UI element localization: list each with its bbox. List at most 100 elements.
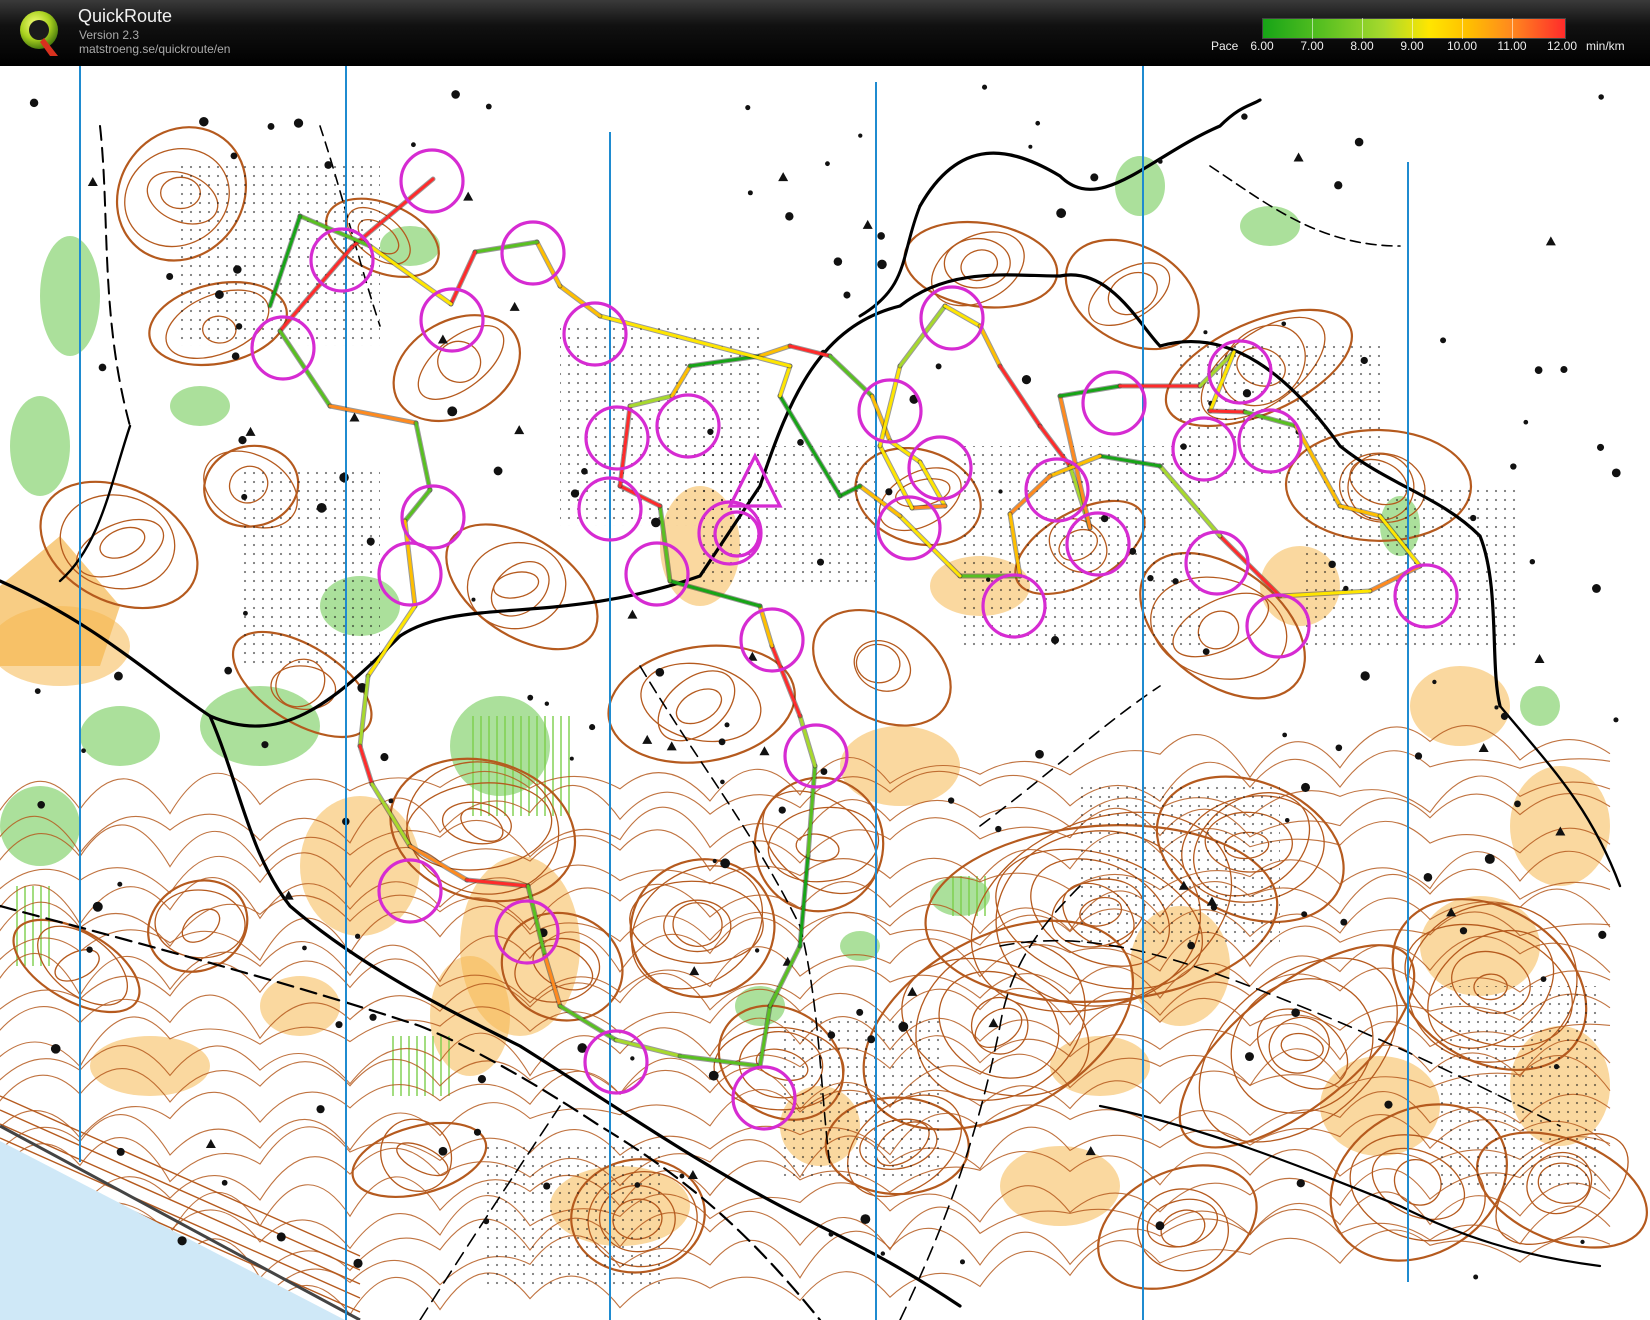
boulder xyxy=(860,1214,871,1225)
boulder xyxy=(1440,337,1447,344)
boulder xyxy=(199,116,209,127)
boulder xyxy=(1423,873,1433,882)
boulder xyxy=(833,257,843,266)
quickroute-logo-icon xyxy=(20,11,58,56)
boulder xyxy=(880,1251,886,1256)
boulder xyxy=(581,467,588,475)
boulder xyxy=(1540,976,1547,982)
boulder xyxy=(655,668,665,677)
boulder xyxy=(1360,671,1370,681)
boulder xyxy=(1028,144,1033,149)
map-canvas[interactable] xyxy=(0,66,1650,1320)
boulder xyxy=(366,537,375,546)
boulder xyxy=(843,291,851,299)
boulder xyxy=(1157,159,1163,164)
boulder xyxy=(1529,558,1536,565)
boulder xyxy=(754,948,760,953)
undergrowth-patch xyxy=(470,716,570,816)
stony-ground xyxy=(780,1016,940,1176)
boulder xyxy=(785,212,794,221)
boulder xyxy=(1611,468,1621,478)
stony-ground xyxy=(1080,786,1280,946)
boulder xyxy=(302,945,307,951)
boulder xyxy=(98,363,107,372)
vegetation-patch xyxy=(0,786,80,866)
vegetation-patch xyxy=(1520,686,1560,726)
stony-ground xyxy=(480,1146,660,1286)
boulder xyxy=(177,1236,187,1246)
boulder xyxy=(820,768,828,775)
boulder xyxy=(981,84,988,90)
vegetation-patch xyxy=(1240,206,1300,246)
boulder xyxy=(243,610,248,616)
boulder xyxy=(935,363,942,370)
boulder xyxy=(1328,560,1336,569)
boulder xyxy=(1242,389,1252,398)
route-segment xyxy=(910,504,947,510)
vegetation-patch xyxy=(80,706,160,766)
boulder xyxy=(1056,208,1067,219)
boulder xyxy=(1334,181,1343,190)
boulder xyxy=(411,142,416,148)
boulder xyxy=(471,597,476,602)
boulder xyxy=(858,133,863,138)
boulder xyxy=(34,688,41,695)
pace-unit: min/km xyxy=(1586,39,1625,53)
boulder xyxy=(1510,463,1517,470)
boulder xyxy=(707,428,714,435)
boulder xyxy=(1180,443,1187,450)
boulder xyxy=(1494,705,1499,710)
app-version: Version 2.3 xyxy=(79,28,140,42)
boulder xyxy=(92,901,103,912)
boulder xyxy=(1470,514,1477,522)
boulder xyxy=(231,352,240,361)
boulder xyxy=(230,152,238,160)
boulder xyxy=(388,798,394,804)
boulder xyxy=(1202,648,1210,656)
boulder xyxy=(1051,636,1060,645)
boulder xyxy=(117,881,123,887)
boulder xyxy=(1414,752,1423,760)
boulder xyxy=(745,104,751,111)
boulder xyxy=(995,825,1002,833)
boulder xyxy=(544,701,550,706)
boulder xyxy=(1360,356,1368,365)
boulder xyxy=(1301,911,1308,918)
boulder xyxy=(827,1031,836,1039)
boulder xyxy=(1613,717,1619,723)
boulder xyxy=(1500,712,1509,720)
vegetation-patch xyxy=(1115,156,1165,216)
vegetation-patch xyxy=(840,931,880,961)
route-segment xyxy=(1208,409,1247,414)
pace-value: 6.00 xyxy=(1250,39,1274,53)
boulder xyxy=(1187,941,1196,950)
boulder xyxy=(877,259,887,270)
boulder xyxy=(877,232,885,240)
boulder xyxy=(1596,443,1605,451)
boulder xyxy=(241,493,248,500)
boulder xyxy=(438,1146,448,1156)
pace-label: Pace xyxy=(1211,39,1239,53)
app-title: QuickRoute xyxy=(78,6,173,26)
pace-scale-tick xyxy=(1512,18,1513,39)
boulder xyxy=(316,502,327,513)
boulder xyxy=(369,1013,377,1021)
boulder xyxy=(116,1147,125,1156)
header-bar: QuickRoute Version 2.3 matstroeng.se/qui… xyxy=(0,0,1650,66)
boulder xyxy=(1291,1008,1300,1017)
boulder xyxy=(166,272,174,280)
pace-scale-tick xyxy=(1462,18,1463,39)
boulder xyxy=(724,722,730,728)
boulder xyxy=(1245,1052,1254,1062)
boulder xyxy=(1592,584,1601,593)
orienteering-map[interactable] xyxy=(0,66,1650,1320)
boulder xyxy=(679,1173,685,1179)
boulder xyxy=(1484,853,1495,864)
boulder xyxy=(634,1182,641,1188)
pace-value: 12.00 xyxy=(1546,39,1578,53)
pace-value: 7.00 xyxy=(1300,39,1324,53)
boulder xyxy=(867,1035,876,1044)
boulder xyxy=(324,161,333,169)
boulder xyxy=(221,1179,228,1186)
boulder xyxy=(1384,1100,1393,1109)
